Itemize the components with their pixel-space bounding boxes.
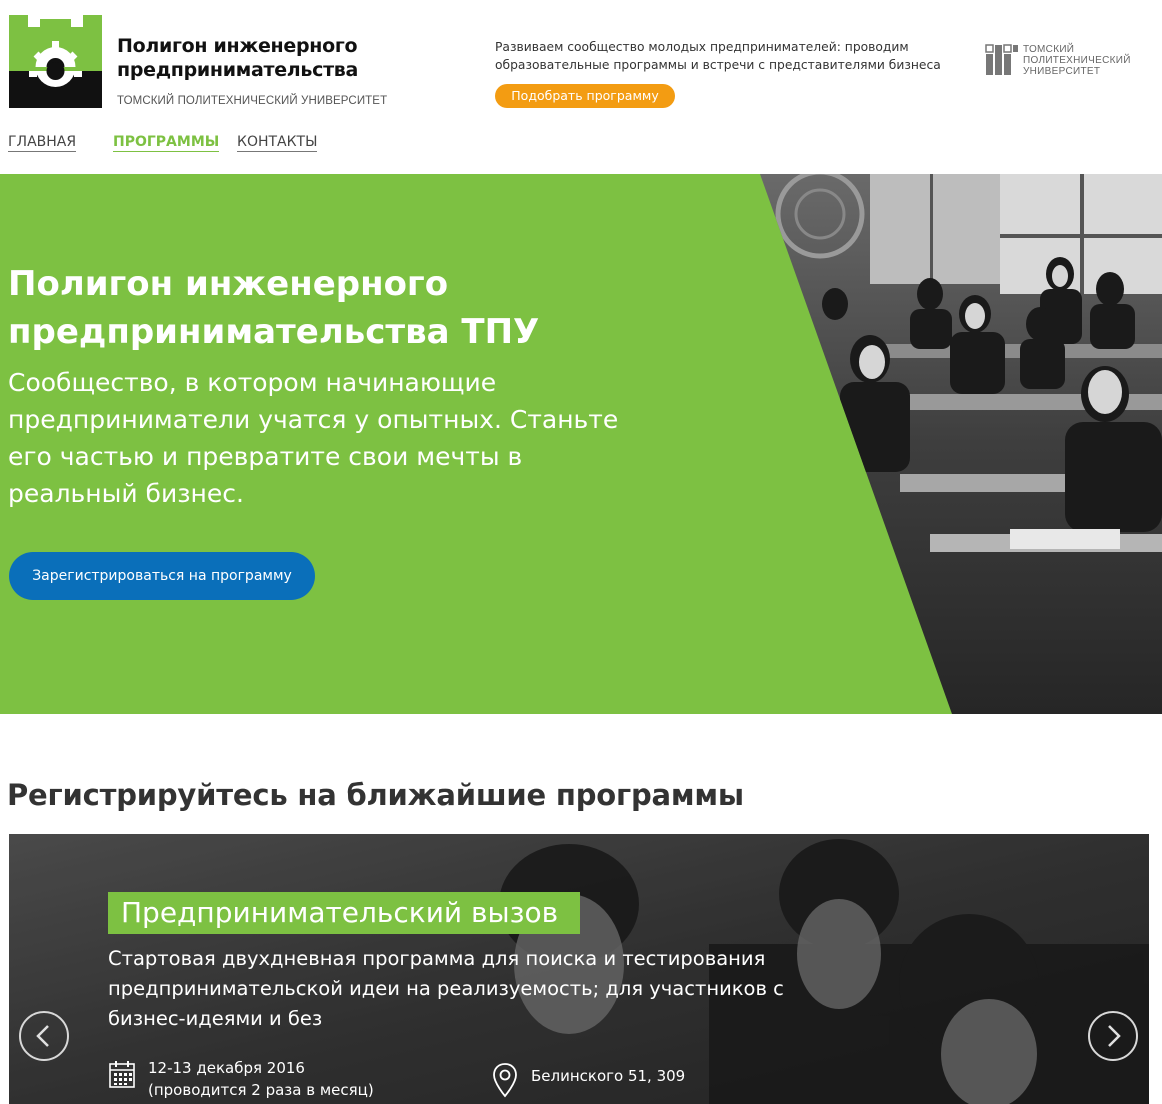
tpu-line3: УНИВЕРСИТЕТ xyxy=(1023,66,1101,77)
program-name: Предпринимательский вызов xyxy=(108,892,581,934)
tpu-line2: ПОЛИТЕХНИЧЕСКИЙ xyxy=(1023,55,1131,66)
nav-item-contacts[interactable]: КОНТАКТЫ xyxy=(237,134,318,152)
tpu-line1: ТОМСКИЙ xyxy=(1023,44,1075,55)
brand-title-line2: предпринимательства xyxy=(117,59,359,81)
brand-title[interactable]: Полигон инженерного предпринимательства xyxy=(117,34,358,82)
carousel-prev-button[interactable] xyxy=(19,1011,69,1061)
register-program-button[interactable]: Зарегистрироваться на программу xyxy=(9,552,315,600)
hero-subtitle: Сообщество, в котором начинающие предпри… xyxy=(8,368,619,508)
hero-title: Полигон инженерного предпринимательства … xyxy=(8,264,540,352)
nav-item-programs[interactable]: ПРОГРАММЫ xyxy=(113,134,220,152)
chevron-left-icon xyxy=(36,1025,49,1047)
hero-banner: Полигон инженерного предпринимательства … xyxy=(0,174,1162,714)
brand-title-line1: Полигон инженерного xyxy=(117,35,358,57)
gear-briefcase-logo-icon[interactable] xyxy=(9,15,102,108)
program-address: Белинского 51, 309 xyxy=(531,1067,686,1085)
header-description: Развиваем сообщество молодых предпринима… xyxy=(495,40,941,72)
carousel-next-button[interactable] xyxy=(1088,1011,1138,1061)
tpu-logo-icon[interactable] xyxy=(985,44,1019,76)
program-frequency: (проводится 2 раза в месяц) xyxy=(148,1081,374,1099)
section-title: Регистрируйтесь на ближайшие программы xyxy=(7,778,744,812)
program-slide: Предпринимательский вызов Стартовая двух… xyxy=(9,834,1149,1104)
chevron-right-icon xyxy=(1108,1025,1121,1047)
map-pin-icon xyxy=(493,1063,517,1098)
tpu-logo-text: ТОМСКИЙ ПОЛИТЕХНИЧЕСКИЙ УНИВЕРСИТЕТ xyxy=(1023,44,1131,77)
program-description: Стартовая двухдневная программа для поис… xyxy=(108,947,784,1030)
brand-subtitle: ТОМСКИЙ ПОЛИТЕХНИЧЕСКИЙ УНИВЕРСИТЕТ xyxy=(117,95,388,107)
calendar-icon xyxy=(109,1061,135,1088)
pick-program-button[interactable]: Подобрать программу xyxy=(495,84,675,108)
program-date: 12-13 декабря 2016 xyxy=(148,1059,305,1077)
nav-item-home[interactable]: ГЛАВНАЯ xyxy=(8,134,77,152)
